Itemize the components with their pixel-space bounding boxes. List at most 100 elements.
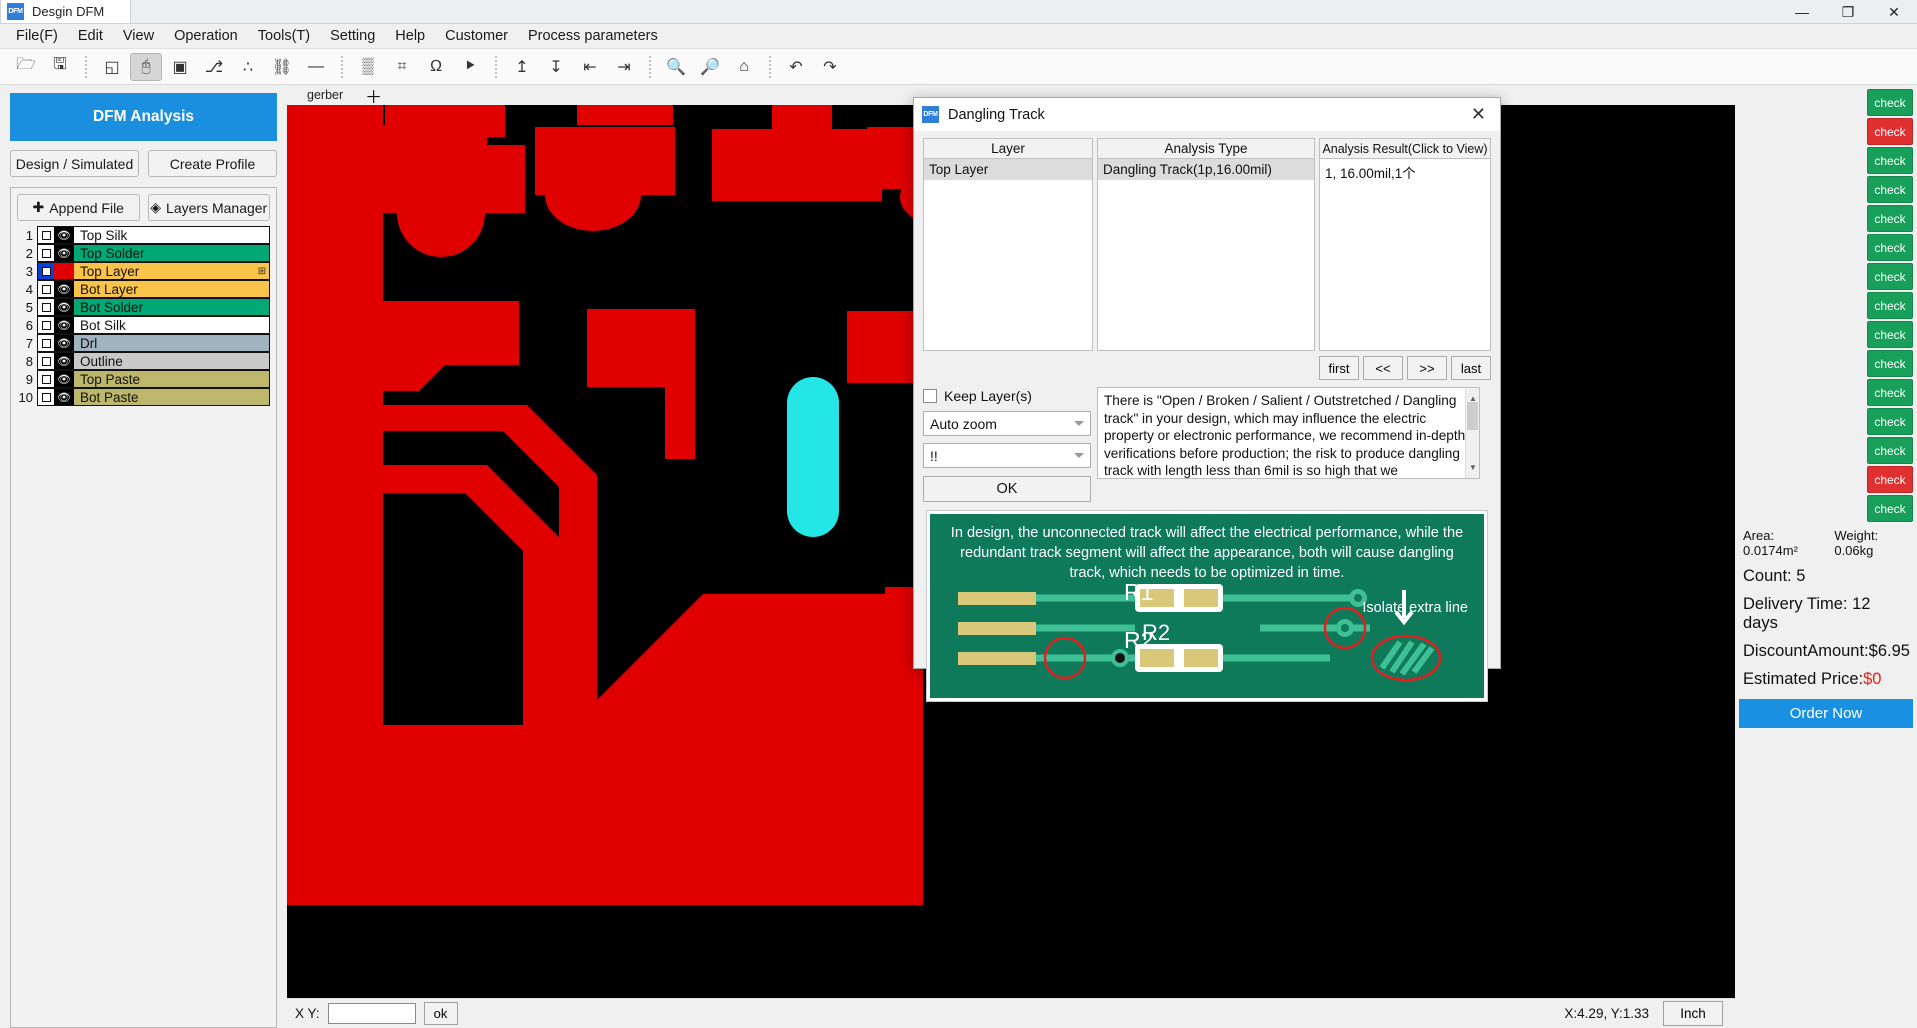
dfm-check-button[interactable]: check — [1867, 379, 1913, 406]
keep-layers-checkbox[interactable] — [923, 389, 937, 403]
nav-prev-button[interactable]: << — [1363, 356, 1403, 380]
layer-cell[interactable]: Top Layer — [924, 159, 1092, 180]
dfm-analysis-button[interactable]: DFM Analysis — [10, 93, 277, 141]
nav-first-button[interactable]: first — [1319, 356, 1359, 380]
layer-checkbox[interactable] — [38, 299, 54, 315]
document-tab[interactable]: DFM Desgin DFM — [0, 0, 132, 23]
menu-item-edit[interactable]: Edit — [68, 25, 113, 47]
layer-entry[interactable]: 👁 Bot Solder — [37, 298, 270, 316]
layer-color-swatch[interactable] — [54, 263, 74, 279]
dfm-check-button[interactable]: check — [1867, 292, 1913, 319]
severity-select[interactable]: !! — [923, 443, 1091, 468]
zoom-in-icon[interactable]: 🔍 — [660, 53, 692, 81]
layer-checkbox[interactable] — [38, 263, 54, 279]
order-now-button[interactable]: Order Now — [1739, 699, 1913, 728]
eye-hidden-icon[interactable]: 👁 — [54, 281, 74, 297]
dangling-track-dialog[interactable]: DFM Dangling Track ✕ Layer Top Layer Ana… — [913, 97, 1501, 701]
menu-item-file-f[interactable]: File(F) — [6, 25, 68, 47]
dfm-check-button[interactable]: check — [1867, 263, 1913, 290]
net-trace-icon[interactable]: ⎇ — [198, 53, 230, 81]
layer-checkbox[interactable] — [38, 281, 54, 297]
analysis-result-cell[interactable]: 1, 16.00mil,1个 — [1320, 159, 1490, 185]
layers-manager-button[interactable]: ◈ Layers Manager — [147, 194, 270, 221]
layer-entry[interactable]: 👁 Bot Paste — [37, 388, 270, 406]
layer-entry[interactable]: 👁 Bot Silk — [37, 316, 270, 334]
menu-item-operation[interactable]: Operation — [164, 25, 248, 47]
layer-row[interactable]: 6 👁 Bot Silk — [17, 316, 270, 334]
save-gerber-icon[interactable]: 🖫 — [44, 53, 76, 81]
dialog-ok-button[interactable]: OK — [923, 476, 1091, 502]
measure-value-icon[interactable]: ⌗ — [386, 53, 418, 81]
eye-hidden-icon[interactable]: 👁 — [54, 335, 74, 351]
layer-entry[interactable]: 👁 Top Silk — [37, 226, 270, 244]
undo-icon[interactable]: ↶ — [780, 53, 812, 81]
menu-item-tools-t[interactable]: Tools(T) — [248, 25, 320, 47]
scroll-down-icon[interactable]: ▼ — [1469, 459, 1477, 477]
dfm-check-button[interactable]: check — [1867, 408, 1913, 435]
layer-entry[interactable]: 👁 Bot Layer — [37, 280, 270, 298]
menu-item-view[interactable]: View — [113, 25, 164, 47]
analysis-type-cell[interactable]: Dangling Track(1p,16.00mil) — [1098, 159, 1314, 180]
nav-last-button[interactable]: last — [1451, 356, 1491, 380]
home-icon[interactable]: ⌂ — [728, 53, 760, 81]
append-file-button[interactable]: ✚ Append File — [17, 194, 140, 221]
scrollbar-thumb[interactable] — [1467, 402, 1478, 430]
layer-column-list[interactable]: Top Layer — [923, 159, 1093, 351]
close-icon[interactable]: ✕ — [1871, 0, 1917, 24]
menu-item-setting[interactable]: Setting — [320, 25, 385, 47]
design-simulated-button[interactable]: Design / Simulated — [10, 150, 139, 177]
maximize-icon[interactable]: ❐ — [1825, 0, 1871, 24]
eye-hidden-icon[interactable]: 👁 — [54, 227, 74, 243]
layer-entry[interactable]: 👁 Top Paste — [37, 370, 270, 388]
dialog-close-icon[interactable]: ✕ — [1465, 104, 1492, 125]
layer-row[interactable]: 4 👁 Bot Layer — [17, 280, 270, 298]
layer-row[interactable]: 9 👁 Top Paste — [17, 370, 270, 388]
ipc-icon[interactable]: ⯈ — [454, 53, 486, 81]
redo-icon[interactable]: ↷ — [814, 53, 846, 81]
align-right-icon[interactable]: ⇥ — [608, 53, 640, 81]
minimize-icon[interactable]: — — [1779, 0, 1825, 24]
dfm-check-button[interactable]: check — [1867, 495, 1913, 522]
dfm-check-button[interactable]: check — [1867, 147, 1913, 174]
menu-item-customer[interactable]: Customer — [435, 25, 518, 47]
dfm-check-button[interactable]: check — [1867, 350, 1913, 377]
analysis-type-list[interactable]: Dangling Track(1p,16.00mil) — [1097, 159, 1315, 351]
eye-hidden-icon[interactable]: 👁 — [54, 371, 74, 387]
align-left-icon[interactable]: ⇤ — [574, 53, 606, 81]
layer-checkbox[interactable] — [38, 335, 54, 351]
unit-toggle-button[interactable]: Inch — [1663, 1001, 1723, 1026]
dfm-check-button[interactable]: check — [1867, 89, 1913, 116]
layer-entry[interactable]: 👁 Top Solder — [37, 244, 270, 262]
xy-input[interactable] — [327, 1003, 416, 1024]
dfm-check-button[interactable]: check — [1867, 118, 1913, 145]
nav-next-button[interactable]: >> — [1407, 356, 1447, 380]
create-profile-button[interactable]: Create Profile — [148, 150, 277, 177]
dfm-check-button[interactable]: check — [1867, 176, 1913, 203]
layer-entry[interactable]: Top Layer ⊞ — [37, 262, 270, 280]
hierarchy-icon[interactable]: ⛓ — [266, 53, 298, 81]
layer-row[interactable]: 10 👁 Bot Paste — [17, 388, 270, 406]
layer-entry[interactable]: 👁 Outline — [37, 352, 270, 370]
ruler-icon[interactable]: — — [300, 53, 332, 81]
zoom-mode-select[interactable]: Auto zoom — [923, 411, 1091, 436]
description-box[interactable]: There is "Open / Broken / Salient / Outs… — [1097, 387, 1480, 479]
dfm-check-button[interactable]: check — [1867, 437, 1913, 464]
dfm-check-button[interactable]: check — [1867, 205, 1913, 232]
layer-checkbox[interactable] — [38, 389, 54, 405]
layer-checkbox[interactable] — [38, 317, 54, 333]
layer-checkbox[interactable] — [38, 371, 54, 387]
dfm-check-button[interactable]: check — [1867, 466, 1913, 493]
layer-checkbox[interactable] — [38, 353, 54, 369]
keep-layers-row[interactable]: Keep Layer(s) — [923, 388, 1093, 404]
select-cursor-icon[interactable]: 🖰 — [130, 52, 162, 81]
layer-checkbox[interactable] — [38, 245, 54, 261]
xy-ok-button[interactable]: ok — [423, 1002, 458, 1025]
scatter-points-icon[interactable]: ∴ — [232, 53, 264, 81]
panel-icon[interactable]: ◱ — [96, 53, 128, 81]
layer-row[interactable]: 5 👁 Bot Solder — [17, 298, 270, 316]
layer-row[interactable]: 8 👁 Outline — [17, 352, 270, 370]
menu-item-process-parameters[interactable]: Process parameters — [518, 25, 668, 47]
analysis-result-list[interactable]: 1, 16.00mil,1个 — [1319, 159, 1491, 351]
canvas-area[interactable]: gerber ＋ DFM Dangling Track ✕ Layer Top … — [287, 85, 1735, 1028]
impedance-icon[interactable]: Ω — [420, 53, 452, 81]
